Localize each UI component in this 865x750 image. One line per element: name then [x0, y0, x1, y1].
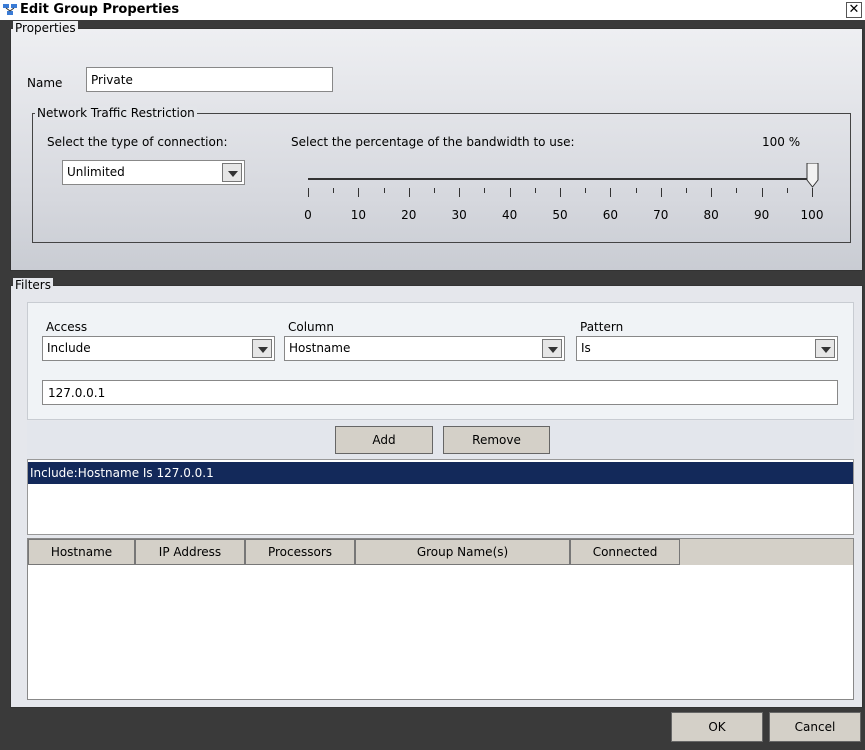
network-group-icon [3, 4, 17, 15]
list-item[interactable]: Include:Hostname Is 127.0.0.1 [28, 462, 853, 484]
column-header-hostname[interactable]: Hostname [28, 539, 135, 565]
slider-major-tick [660, 188, 662, 197]
bandwidth-label: Select the percentage of the bandwidth t… [291, 135, 575, 149]
access-value: Include [47, 341, 91, 355]
access-label: Access [46, 320, 88, 334]
slider-tick-label: 40 [501, 208, 518, 222]
slider-minor-tick [333, 188, 335, 193]
pattern-label: Pattern [580, 320, 624, 334]
column-value: Hostname [289, 341, 351, 355]
add-button[interactable]: Add [335, 426, 433, 454]
close-button[interactable]: ✕ [846, 2, 862, 18]
slider-minor-tick [585, 188, 587, 193]
filter-list[interactable]: Include:Hostname Is 127.0.0.1 [27, 459, 854, 535]
slider-thumb[interactable] [806, 163, 819, 188]
slider-major-tick [761, 188, 763, 197]
slider-tick-label: 10 [350, 208, 367, 222]
cancel-button[interactable]: Cancel [769, 712, 861, 742]
column-header-ip-address[interactable]: IP Address [135, 539, 245, 565]
slider-major-tick [711, 188, 713, 197]
slider-minor-tick [635, 188, 637, 193]
name-label: Name [27, 76, 63, 90]
column-header-group-names[interactable]: Group Name(s) [355, 539, 570, 565]
remove-button[interactable]: Remove [443, 426, 550, 454]
filters-legend: Filters [13, 278, 53, 292]
column-select[interactable]: Hostname [284, 336, 565, 361]
column-label: Column [288, 320, 334, 334]
properties-legend: Properties [13, 21, 78, 35]
slider-minor-tick [534, 188, 536, 193]
slider-minor-tick [686, 188, 687, 193]
slider-minor-tick [736, 188, 738, 193]
slider-minor-tick [434, 188, 435, 193]
slider-tick-label: 80 [703, 208, 719, 222]
slider-major-tick [509, 188, 511, 197]
column-header-processors[interactable]: Processors [245, 539, 355, 565]
slider-tick-label: 60 [602, 208, 619, 222]
slider-tick-label: 70 [653, 208, 669, 222]
slider-major-tick [358, 188, 360, 197]
slider-minor-tick [786, 188, 788, 193]
slider-major-tick [610, 188, 612, 197]
close-icon: ✕ [848, 2, 860, 17]
bandwidth-slider[interactable]: 0 10 20 30 40 50 60 70 80 90 100 [298, 163, 823, 233]
slider-tick-label: 100 [800, 208, 824, 222]
chevron-down-icon[interactable] [815, 339, 835, 358]
host-table[interactable]: Hostname IP Address Processors Group Nam… [27, 538, 854, 700]
slider-minor-tick [383, 188, 385, 193]
slider-tick-label: 20 [401, 208, 417, 222]
slider-major-tick [459, 188, 461, 197]
slider-major-tick [560, 188, 561, 197]
pattern-select[interactable]: Is [576, 336, 838, 361]
column-header-connected[interactable]: Connected [570, 539, 680, 565]
connection-type-label: Select the type of connection: [47, 135, 228, 149]
chevron-down-icon[interactable] [222, 163, 242, 182]
slider-minor-tick [484, 188, 486, 193]
ok-button[interactable]: OK [671, 712, 763, 742]
filter-value-input[interactable] [42, 380, 838, 405]
connection-type-value: Unlimited [67, 165, 125, 179]
slider-tick-label: 0 [304, 208, 312, 222]
network-traffic-legend: Network Traffic Restriction [35, 106, 197, 120]
chevron-down-icon[interactable] [542, 339, 562, 358]
pattern-value: Is [581, 341, 591, 355]
slider-track[interactable] [308, 178, 812, 180]
table-header: Hostname IP Address Processors Group Nam… [28, 539, 853, 565]
access-select[interactable]: Include [42, 336, 275, 361]
slider-tick-label: 30 [451, 208, 467, 222]
slider-tick-label: 50 [552, 208, 568, 222]
connection-type-select[interactable]: Unlimited [62, 160, 245, 185]
slider-major-tick [812, 188, 813, 197]
slider-major-tick [408, 188, 410, 197]
slider-tick-label: 90 [753, 208, 770, 222]
name-input[interactable] [86, 67, 333, 92]
filter-button-row [27, 421, 854, 459]
title-bar: Edit Group Properties ✕ [0, 0, 865, 20]
window-title: Edit Group Properties [20, 2, 180, 17]
slider-major-tick [308, 188, 309, 197]
bandwidth-value: 100 % [762, 135, 801, 149]
chevron-down-icon[interactable] [252, 339, 272, 358]
